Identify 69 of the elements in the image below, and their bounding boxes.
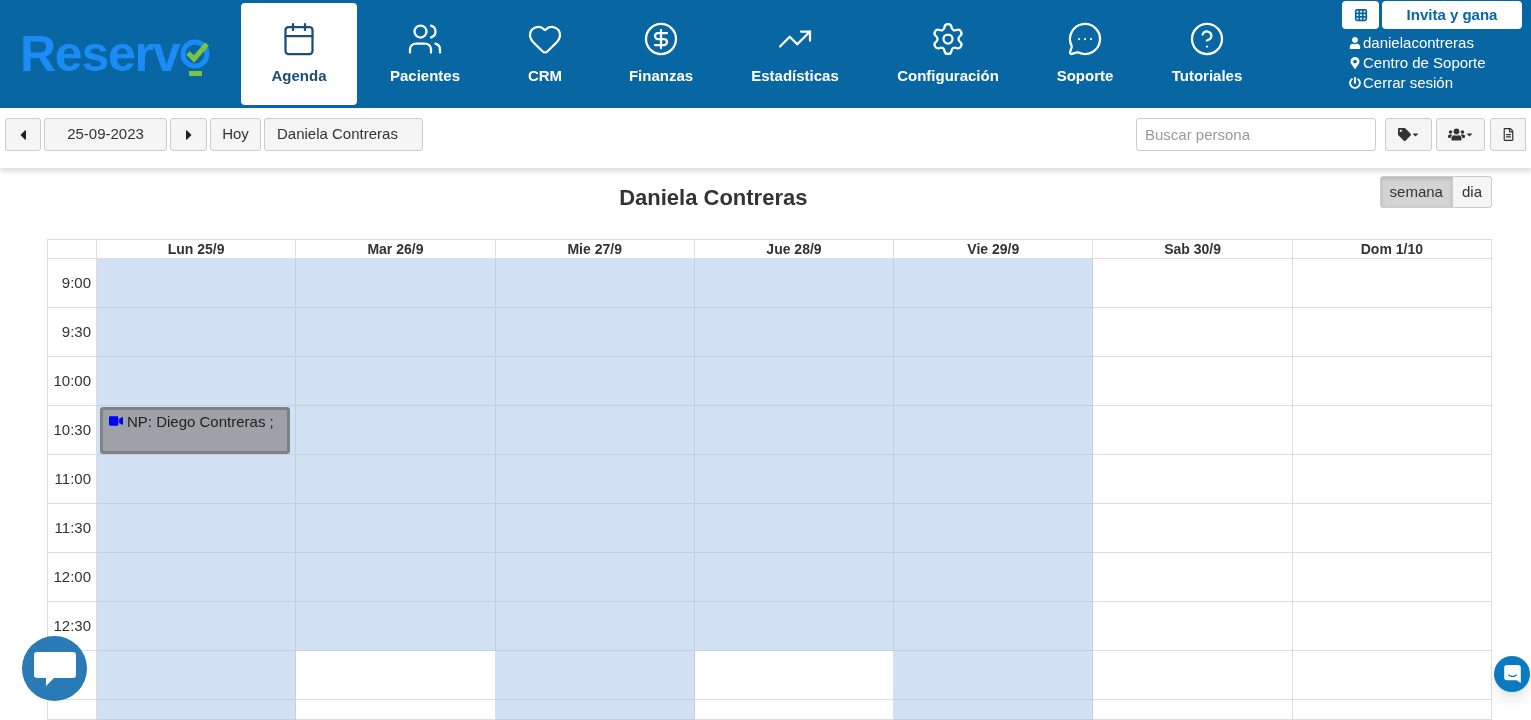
document-icon — [1501, 128, 1515, 141]
available-slot[interactable] — [495, 700, 695, 720]
available-slot[interactable] — [495, 651, 695, 700]
available-slot[interactable] — [894, 504, 1094, 553]
tags-button[interactable] — [1385, 118, 1432, 151]
available-slot[interactable] — [296, 259, 496, 308]
available-slot[interactable] — [97, 357, 297, 406]
nav-tab[interactable]: Finanzas — [597, 3, 725, 105]
available-slot[interactable] — [894, 700, 1094, 720]
user-link[interactable]: Cerrar sesión — [1349, 73, 1486, 93]
video-camera-icon — [109, 414, 123, 428]
nav-tab[interactable]: Tutoriales — [1139, 3, 1275, 105]
available-slot[interactable] — [495, 259, 695, 308]
user-link[interactable]: Centro de Soporte — [1349, 53, 1486, 73]
date-button[interactable]: 25-09-2023 — [44, 118, 167, 151]
calendar-icon — [281, 20, 317, 57]
search-field[interactable]: Buscar persona — [1136, 118, 1376, 151]
messenger-button[interactable] — [1494, 656, 1530, 692]
professional-dropdown[interactable]: Daniela Contreras — [264, 118, 423, 151]
nav-tab[interactable]: Soporte — [1031, 3, 1139, 105]
grid-icon — [1353, 8, 1368, 22]
chat-icon — [1067, 20, 1103, 57]
available-slot[interactable] — [694, 259, 895, 308]
user-icon — [1349, 37, 1361, 49]
previous-button[interactable] — [5, 118, 41, 151]
view-toggle[interactable]: dia — [1452, 176, 1492, 208]
available-slot[interactable] — [97, 259, 297, 308]
next-button[interactable] — [170, 118, 207, 151]
available-slot[interactable] — [97, 455, 297, 504]
map-pin-icon — [1349, 57, 1361, 69]
available-slot[interactable] — [894, 308, 1094, 357]
available-slot[interactable] — [495, 602, 695, 651]
calendar-title: Daniela Contreras — [618, 184, 809, 212]
available-slot[interactable] — [97, 504, 297, 553]
available-slot[interactable] — [694, 602, 895, 651]
apps-button[interactable] — [1342, 1, 1379, 29]
available-slot[interactable] — [97, 651, 297, 700]
available-slot[interactable] — [296, 602, 496, 651]
nav-tab[interactable]: Agenda — [241, 3, 357, 105]
available-slot[interactable] — [894, 259, 1094, 308]
tag-caret-icon — [1397, 128, 1420, 141]
view-toggle[interactable]: semana — [1379, 176, 1453, 208]
speech-bubble-icon — [33, 651, 76, 686]
available-slot[interactable] — [97, 308, 297, 357]
nav-tab[interactable]: Configuración — [865, 3, 1031, 105]
user-link[interactable]: danielacontreras — [1349, 33, 1486, 53]
help-icon — [1189, 20, 1225, 57]
users-caret-icon — [1447, 126, 1474, 143]
available-slot[interactable] — [97, 553, 297, 602]
available-slot[interactable] — [894, 406, 1094, 455]
today-button[interactable]: Hoy — [210, 118, 261, 151]
power-icon — [1349, 77, 1361, 89]
logo: Reserv — [20, 29, 180, 79]
smile-message-icon — [1503, 665, 1521, 683]
report-button[interactable] — [1490, 118, 1526, 151]
groups-button[interactable] — [1436, 118, 1485, 151]
available-slot[interactable] — [97, 700, 297, 720]
available-slot[interactable] — [894, 602, 1094, 651]
nav-tab[interactable]: CRM — [493, 3, 597, 105]
invite-button[interactable]: Invita y gana — [1382, 1, 1522, 29]
available-slot[interactable] — [894, 651, 1094, 700]
available-slot[interactable] — [97, 602, 297, 651]
available-slot[interactable] — [894, 357, 1094, 406]
settings-icon — [930, 20, 966, 57]
available-slot[interactable] — [894, 455, 1094, 504]
nav-tab[interactable]: Estadísticas — [725, 3, 865, 105]
available-slot[interactable] — [894, 553, 1094, 602]
nav-tab[interactable]: Pacientes — [357, 3, 493, 105]
dollar-icon — [643, 20, 679, 57]
